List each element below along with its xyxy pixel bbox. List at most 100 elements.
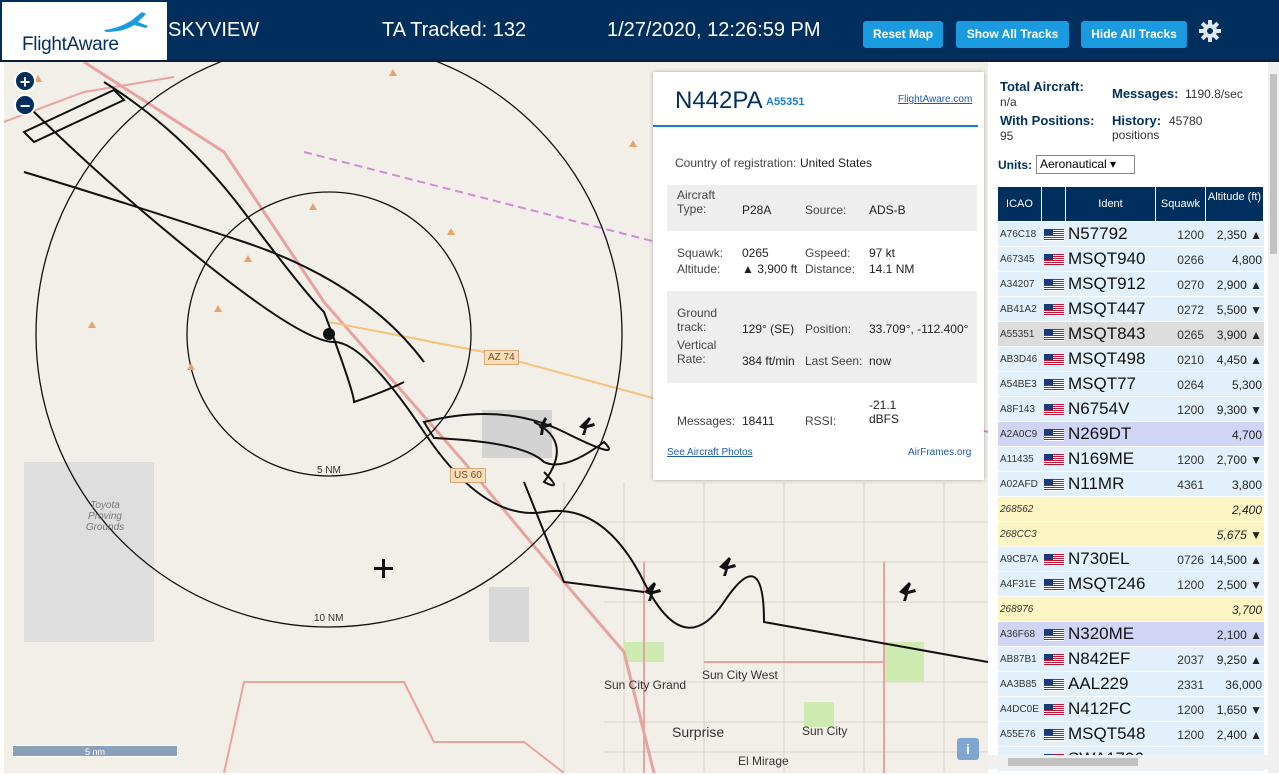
- detail-callsign: N442PA: [675, 87, 763, 114]
- detail-icao[interactable]: A55351: [766, 96, 805, 108]
- with-positions-value: 95: [1000, 129, 1014, 143]
- col-altitude[interactable]: Altitude (ft): [1206, 187, 1264, 221]
- table-row[interactable]: A4F31E MSQT246 1200 2,500 ▼: [998, 572, 1264, 597]
- table-row[interactable]: 268562 2,400: [998, 497, 1264, 522]
- col-squawk[interactable]: Squawk: [1156, 187, 1206, 221]
- scrollbar-thumb[interactable]: [1270, 74, 1277, 254]
- us-flag-icon: [1044, 679, 1064, 691]
- gear-icon[interactable]: [1196, 17, 1224, 45]
- table-row[interactable]: A54BE3 MSQT77 0264 5,300: [998, 372, 1264, 397]
- table-row[interactable]: A55351 MSQT843 0265 3,900 ▲: [998, 322, 1264, 347]
- scrollbar-thumb-h[interactable]: [1008, 758, 1138, 766]
- table-row[interactable]: A8F143 N6754V 1200 9,300 ▼: [998, 397, 1264, 422]
- flightaware-logo[interactable]: FlightAware: [2, 2, 167, 60]
- table-row[interactable]: AB41A2 MSQT447 0272 5,500 ▼: [998, 297, 1264, 322]
- row-ident: N842EF: [1068, 649, 1131, 668]
- table-row[interactable]: 268CC3 5,675 ▼: [998, 522, 1264, 547]
- table-row[interactable]: A34207 MSQT912 0270 2,900 ▲: [998, 272, 1264, 297]
- row-squawk: 1200: [1177, 403, 1204, 417]
- table-row[interactable]: A2A0C9 N269DT 4,700: [998, 422, 1264, 447]
- show-all-tracks-button[interactable]: Show All Tracks: [956, 21, 1069, 48]
- row-altitude: 5,300: [1231, 378, 1262, 392]
- row-altitude: 5,675 ▼: [1216, 528, 1262, 542]
- row-ident: MSQT498: [1068, 349, 1146, 368]
- row-ident: N412FC: [1068, 699, 1132, 718]
- country-value: United States: [800, 156, 873, 170]
- row-altitude: 3,800: [1231, 478, 1262, 492]
- row-altitude: 2,900 ▲: [1216, 278, 1262, 292]
- table-row[interactable]: A55E76 MSQT548 1200 2,400 ▲: [998, 722, 1264, 747]
- row-ident: MSQT447: [1068, 299, 1146, 318]
- row-ident: MSQT912: [1068, 274, 1146, 293]
- row-icao: 268562: [1000, 504, 1034, 515]
- row-icao: A34207: [1000, 279, 1035, 290]
- airframes-link[interactable]: AirFrames.org: [908, 447, 971, 458]
- horizontal-scrollbar[interactable]: [988, 755, 1268, 769]
- us-flag-icon: [1044, 629, 1064, 641]
- toyota-label: Toyota Proving Grounds: [85, 500, 125, 533]
- country-label: Country of registration:: [675, 156, 797, 170]
- col-ident[interactable]: Ident: [1066, 187, 1156, 221]
- messages-value: 18411: [742, 414, 775, 428]
- hide-all-tracks-button[interactable]: Hide All Tracks: [1081, 21, 1187, 48]
- us-flag-icon: [1044, 404, 1064, 416]
- table-row[interactable]: A02AFD N11MR 4361 3,800: [998, 472, 1264, 497]
- table-row[interactable]: AA3B85 AAL229 2331 36,000: [998, 672, 1264, 697]
- logo-text: FlightAware: [22, 34, 119, 55]
- table-row[interactable]: 268976 3,700: [998, 597, 1264, 622]
- zoom-in-button[interactable]: +: [14, 70, 36, 92]
- table-row[interactable]: A9CB7A N730EL 0726 14,500 ▲: [998, 547, 1264, 572]
- aircraft-photos-link[interactable]: See Aircraft Photos: [667, 447, 753, 458]
- us-flag-icon: [1044, 704, 1064, 716]
- table-row[interactable]: AB3D46 MSQT498 0210 4,450 ▲: [998, 347, 1264, 372]
- messages-row: Messages: 18411 RSSI: -21.1 dBFS: [667, 397, 977, 437]
- row-icao: AA3B85: [1000, 679, 1037, 690]
- row-icao: 268CC3: [1000, 529, 1037, 540]
- row-icao: A2A0C9: [1000, 429, 1038, 440]
- lastseen-value: now: [869, 354, 892, 368]
- row-ident: MSQT843: [1068, 324, 1146, 343]
- altitude-label: Altitude:: [677, 262, 721, 276]
- tracked-count: TA Tracked: 132: [382, 19, 527, 41]
- units-select[interactable]: Aeronautical ▾: [1036, 155, 1135, 174]
- row-ident: N57792: [1068, 224, 1128, 243]
- sun-city-label: Sun City: [802, 724, 848, 738]
- with-positions-label: With Positions:: [1000, 113, 1095, 128]
- distance-value: 14.1 NM: [869, 262, 915, 276]
- table-row[interactable]: AB87B1 N842EF 2037 9,250 ▲: [998, 647, 1264, 672]
- row-squawk: 2331: [1177, 678, 1204, 692]
- row-squawk: 4361: [1177, 478, 1204, 492]
- row-squawk: 1200: [1177, 578, 1204, 592]
- type-value: P28A: [742, 203, 772, 217]
- proving-grounds-area: [24, 462, 154, 642]
- flightaware-link[interactable]: FlightAware.com: [898, 94, 972, 105]
- row-altitude: 2,700 ▼: [1216, 453, 1262, 467]
- row-ident: N169ME: [1068, 449, 1135, 468]
- row-altitude: 36,000: [1225, 678, 1262, 692]
- scale-bar: 5 nm: [12, 745, 178, 757]
- table-row[interactable]: A11435 N169ME 1200 2,700 ▼: [998, 447, 1264, 472]
- us-flag-icon: [1044, 354, 1064, 366]
- lastseen-label: Last Seen:: [805, 354, 863, 368]
- reset-map-button[interactable]: Reset Map: [863, 21, 943, 48]
- col-icao[interactable]: ICAO: [998, 187, 1042, 221]
- squawk-label: Squawk:: [677, 246, 724, 260]
- us-flag-icon: [1044, 454, 1064, 466]
- altitude-value: ▲ 3,900 ft: [742, 262, 798, 276]
- aircraft-detail-panel: N442PA A55351 FlightAware.com Country of…: [653, 72, 984, 480]
- table-row[interactable]: A4DC0E N412FC 1200 1,650 ▼: [998, 697, 1264, 722]
- row-squawk: 0264: [1177, 378, 1204, 392]
- row-altitude: 9,300 ▼: [1216, 403, 1262, 417]
- row-squawk: 0726: [1177, 553, 1204, 567]
- table-row[interactable]: A36F68 N320ME 2,100 ▲: [998, 622, 1264, 647]
- history-value: 45780 positions: [1112, 114, 1203, 142]
- vertical-scrollbar[interactable]: [1268, 62, 1279, 773]
- table-row[interactable]: A67345 MSQT940 0266 4,800: [998, 247, 1264, 272]
- info-button[interactable]: i: [957, 738, 979, 760]
- row-icao: A67345: [1000, 254, 1035, 265]
- zoom-out-button[interactable]: −: [14, 94, 36, 116]
- row-ident: MSQT548: [1068, 724, 1146, 743]
- table-row[interactable]: A76C18 N57792 1200 2,350 ▲: [998, 222, 1264, 247]
- row-altitude: 5,500 ▼: [1216, 303, 1262, 317]
- rssi-value: -21.1 dBFS: [869, 398, 900, 426]
